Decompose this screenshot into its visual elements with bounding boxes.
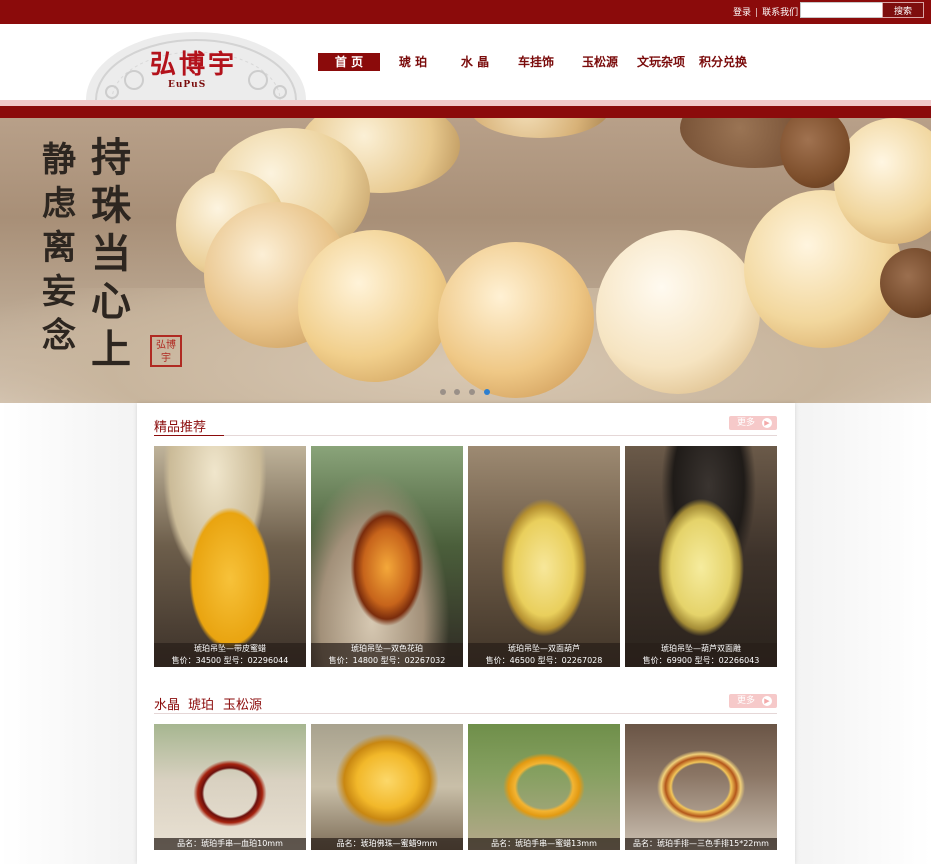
- featured-more-button[interactable]: 更多 ▶: [729, 416, 777, 430]
- product-image: [154, 724, 306, 850]
- banner-bead: [596, 230, 760, 394]
- link-separator: |: [755, 8, 759, 18]
- header-band: [0, 106, 931, 118]
- product-caption: 品名：琥珀手串—血珀10mm: [154, 838, 306, 850]
- category-divider: [154, 713, 777, 714]
- featured-title: 精品推荐: [154, 420, 207, 435]
- nav-points-exchange[interactable]: 积分兑换: [698, 53, 748, 71]
- product-name: 琥珀吊坠—双面葫芦: [508, 644, 580, 653]
- product-caption: 品名：琥珀手串—蜜蜡13mm: [468, 838, 620, 850]
- category-product-card[interactable]: 品名：琥珀手排—三色手排15*22mm: [625, 724, 777, 850]
- login-link[interactable]: 登录: [733, 5, 751, 18]
- product-name: 品名：琥珀手串—蜜蜡13mm: [491, 839, 597, 848]
- arrow-right-icon: ▶: [762, 696, 772, 706]
- category-product-card[interactable]: 品名：琥珀手串—蜜蜡13mm: [468, 724, 620, 850]
- product-name: 品名：琥珀手串—血珀10mm: [177, 839, 283, 848]
- tab-amber[interactable]: 琥珀: [188, 694, 214, 713]
- slide-dot-2[interactable]: [454, 389, 460, 395]
- product-image: [154, 446, 306, 667]
- product-caption: 品名：琥珀手排—三色手排15*22mm: [625, 838, 777, 850]
- product-price: 售价：14800 型号：02267032: [328, 656, 446, 665]
- slide-dot-4[interactable]: [484, 389, 490, 395]
- tab-crystal[interactable]: 水晶: [154, 694, 180, 713]
- hero-banner[interactable]: 持珠当心上 静虑离妄念 弘博宇: [0, 118, 931, 403]
- product-image: [311, 724, 463, 850]
- featured-divider: [224, 435, 777, 436]
- banner-bead: [470, 118, 610, 138]
- product-image: [468, 724, 620, 850]
- nav-curios[interactable]: 文玩杂项: [636, 53, 686, 71]
- category-product-card[interactable]: 品名：琥珀佛珠—蜜蜡9mm: [311, 724, 463, 850]
- tab-yusongyuan[interactable]: 玉松源: [223, 694, 262, 713]
- banner-bead: [298, 230, 450, 382]
- slide-dot-3[interactable]: [469, 389, 475, 395]
- nav-yusongyuan[interactable]: 玉松源: [578, 53, 622, 71]
- product-name: 琥珀吊坠—双色花珀: [351, 644, 423, 653]
- nav-home[interactable]: 首 页: [318, 53, 380, 71]
- featured-more-label: 更多: [737, 418, 756, 428]
- category-product-card[interactable]: 品名：琥珀手串—血珀10mm: [154, 724, 306, 850]
- logo-text[interactable]: 弘博宇: [150, 44, 237, 81]
- product-caption: 琥珀吊坠—带皮蜜蜡 售价：34500 型号：02296044: [154, 643, 306, 667]
- contact-link[interactable]: 联系我们: [762, 5, 798, 18]
- nav-amber[interactable]: 琥 珀: [392, 53, 434, 71]
- product-caption: 琥珀吊坠—葫芦双面雕 售价：69900 型号：02266043: [625, 643, 777, 667]
- product-name: 品名：琥珀佛珠—蜜蜡9mm: [336, 839, 438, 848]
- logo-subtext: EuPuS: [168, 80, 207, 90]
- nav-crystal[interactable]: 水 晶: [454, 53, 496, 71]
- page-side-right: [795, 403, 931, 864]
- product-caption: 琥珀吊坠—双色花珀 售价：14800 型号：02267032: [311, 643, 463, 667]
- product-image: [311, 446, 463, 667]
- arrow-right-icon: ▶: [762, 418, 772, 428]
- banner-bead: [438, 242, 594, 398]
- product-price: 售价：69900 型号：02266043: [642, 656, 760, 665]
- product-image: [468, 446, 620, 667]
- featured-product-card[interactable]: 琥珀吊坠—带皮蜜蜡 售价：34500 型号：02296044: [154, 446, 306, 667]
- category-more-button[interactable]: 更多 ▶: [729, 694, 777, 708]
- nav-car-pendant[interactable]: 车挂饰: [514, 53, 558, 71]
- product-price: 售价：46500 型号：02267028: [485, 656, 603, 665]
- top-links: 登录 | 联系我们: [733, 5, 798, 18]
- product-price: 售价：34500 型号：02296044: [171, 656, 289, 665]
- featured-product-card[interactable]: 琥珀吊坠—葫芦双面雕 售价：69900 型号：02266043: [625, 446, 777, 667]
- product-image: [625, 724, 777, 850]
- calligraphy-line-2: 静虑离妄念: [42, 140, 76, 356]
- product-image: [625, 446, 777, 667]
- page-side-left: [0, 403, 137, 864]
- featured-title-underline: [154, 435, 224, 436]
- product-name: 琥珀吊坠—带皮蜜蜡: [194, 644, 266, 653]
- featured-product-card[interactable]: 琥珀吊坠—双面葫芦 售价：46500 型号：02267028: [468, 446, 620, 667]
- seal-stamp: 弘博宇: [150, 335, 182, 367]
- product-caption: 品名：琥珀佛珠—蜜蜡9mm: [311, 838, 463, 850]
- category-more-label: 更多: [737, 696, 756, 706]
- product-caption: 琥珀吊坠—双面葫芦 售价：46500 型号：02267028: [468, 643, 620, 667]
- slide-dot-1[interactable]: [440, 389, 446, 395]
- product-name: 琥珀吊坠—葫芦双面雕: [661, 644, 741, 653]
- featured-product-card[interactable]: 琥珀吊坠—双色花珀 售价：14800 型号：02267032: [311, 446, 463, 667]
- calligraphy-line-1: 持珠当心上: [91, 134, 131, 373]
- search-button[interactable]: 搜索: [882, 2, 924, 18]
- product-name: 品名：琥珀手排—三色手排15*22mm: [633, 839, 769, 848]
- search-input[interactable]: [800, 2, 884, 18]
